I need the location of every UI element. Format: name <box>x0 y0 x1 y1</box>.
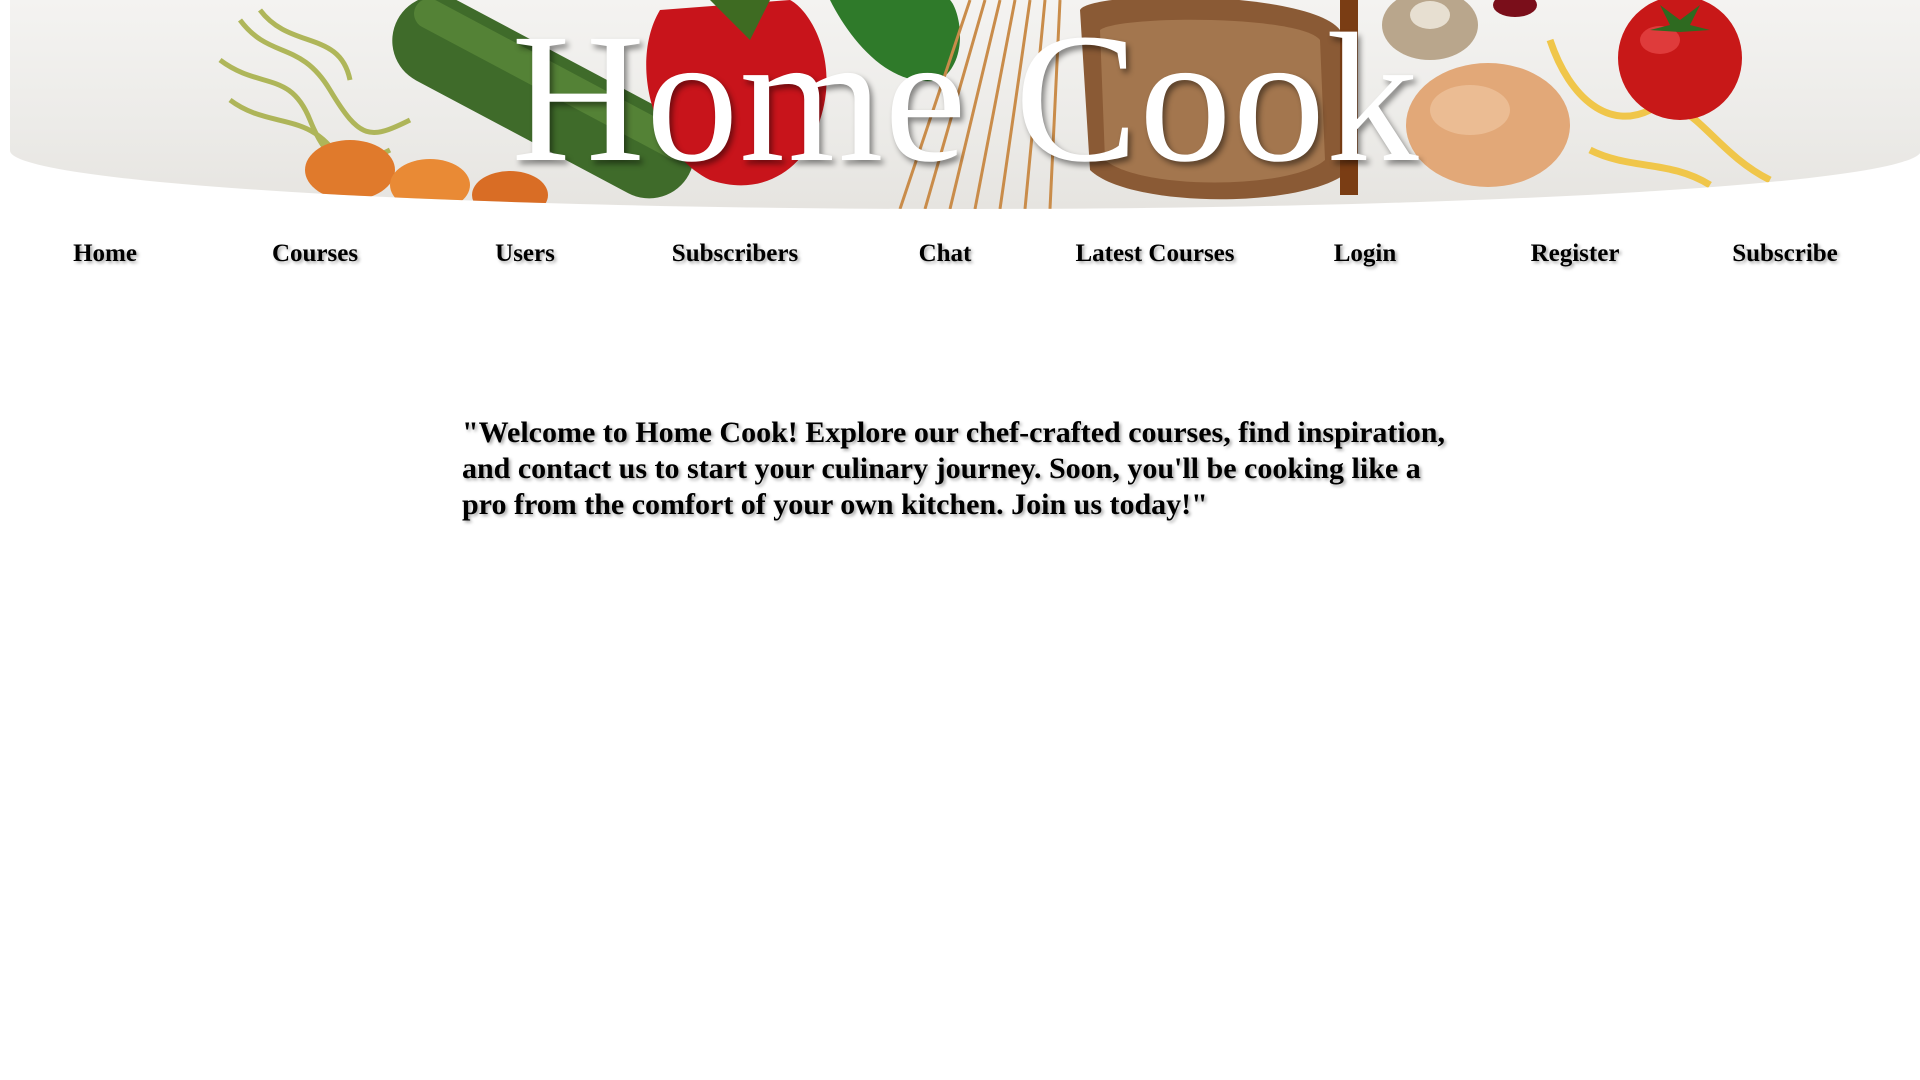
nav-latest-courses[interactable]: Latest Courses <box>1050 232 1260 276</box>
nav-courses[interactable]: Courses <box>210 232 420 276</box>
site-title: Home Cook <box>511 0 1420 201</box>
nav-home[interactable]: Home <box>0 232 210 276</box>
nav-register[interactable]: Register <box>1470 232 1680 276</box>
nav-subscribers[interactable]: Subscribers <box>630 232 840 276</box>
nav-login[interactable]: Login <box>1260 232 1470 276</box>
header-banner: Home Cook <box>10 0 1920 209</box>
welcome-message: "Welcome to Home Cook! Explore our chef-… <box>462 416 1445 521</box>
nav-subscribe[interactable]: Subscribe <box>1680 232 1890 276</box>
nav-chat[interactable]: Chat <box>840 232 1050 276</box>
main-nav: Home Courses Users Subscribers Chat Late… <box>0 232 1920 276</box>
page: Home Cook Home Courses Users Subscribers… <box>0 0 1920 1080</box>
nav-users[interactable]: Users <box>420 232 630 276</box>
